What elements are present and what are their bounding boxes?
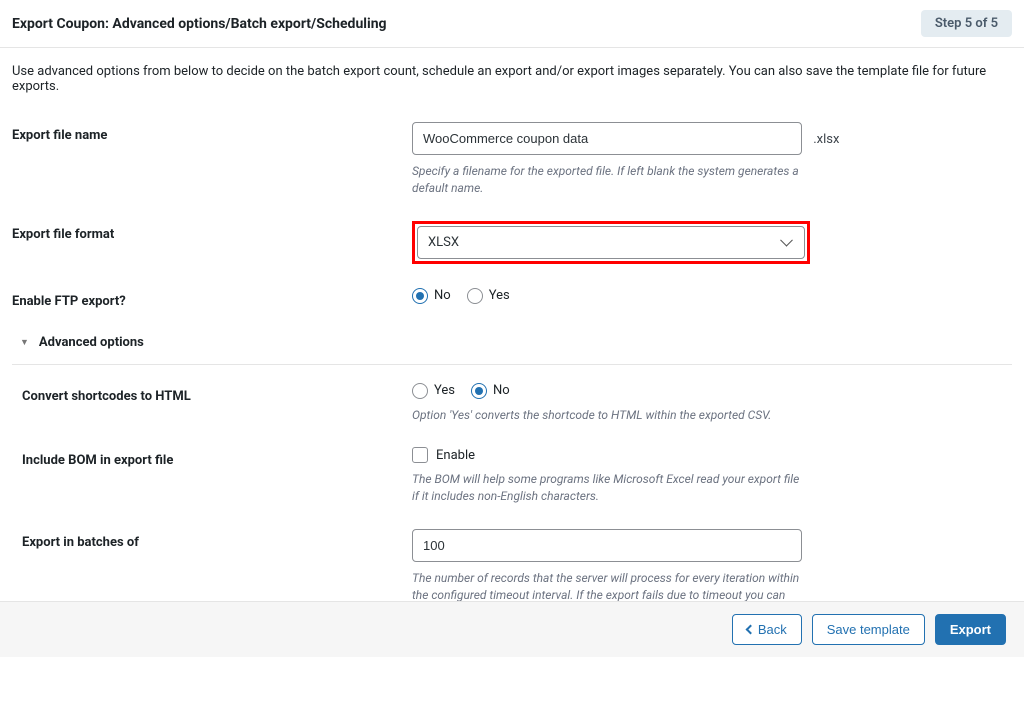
ftp-row: Enable FTP export? No Yes: [12, 276, 1012, 321]
footer-bar: Back Save template Export: [0, 601, 1024, 657]
step-badge: Step 5 of 5: [921, 10, 1012, 37]
chevron-down-icon: ▼: [20, 337, 29, 348]
export-button[interactable]: Export: [935, 614, 1006, 645]
format-select-highlight: XLSX: [412, 221, 810, 264]
ftp-radio-group: No Yes: [412, 288, 1012, 304]
shortcodes-row: Convert shortcodes to HTML Yes No Option…: [12, 371, 1012, 436]
bom-control: Enable The BOM will help some programs l…: [412, 447, 1012, 505]
filename-label: Export file name: [12, 122, 412, 197]
batch-input[interactable]: [412, 529, 802, 562]
format-row: Export file format XLSX: [12, 209, 1012, 276]
checkbox-icon: [412, 447, 428, 463]
page-description: Use advanced options from below to decid…: [0, 48, 1024, 110]
filename-ext: .xlsx: [813, 132, 839, 147]
shortcodes-radio-no[interactable]: No: [471, 383, 510, 399]
bom-checkbox[interactable]: Enable: [412, 447, 1012, 463]
bom-label: Include BOM in export file: [12, 447, 412, 505]
page-header: Export Coupon: Advanced options/Batch ex…: [0, 0, 1024, 48]
save-template-button[interactable]: Save template: [812, 614, 925, 645]
radio-icon: [412, 288, 428, 304]
filename-input[interactable]: [412, 122, 802, 155]
radio-icon: [471, 383, 487, 399]
form-area: Export file name .xlsx Specify a filenam…: [0, 110, 1024, 632]
ftp-radio-yes[interactable]: Yes: [467, 288, 510, 304]
shortcodes-label: Convert shortcodes to HTML: [12, 383, 412, 424]
bom-enable-label: Enable: [436, 448, 475, 463]
shortcodes-helper: Option 'Yes' converts the shortcode to H…: [412, 407, 802, 424]
back-label: Back: [758, 622, 787, 637]
shortcodes-yes-label: Yes: [434, 383, 455, 398]
ftp-yes-label: Yes: [489, 288, 510, 303]
format-select[interactable]: XLSX: [417, 226, 805, 259]
format-label: Export file format: [12, 221, 412, 264]
format-control: XLSX: [412, 221, 1012, 264]
ftp-control: No Yes: [412, 288, 1012, 309]
advanced-options-title: Advanced options: [39, 335, 144, 350]
shortcodes-control: Yes No Option 'Yes' converts the shortco…: [412, 383, 1012, 424]
shortcodes-radio-yes[interactable]: Yes: [412, 383, 455, 399]
shortcodes-radio-group: Yes No: [412, 383, 1012, 399]
advanced-options-header[interactable]: ▼ Advanced options: [12, 321, 1012, 365]
bom-row: Include BOM in export file Enable The BO…: [12, 435, 1012, 517]
shortcodes-no-label: No: [493, 383, 510, 398]
radio-icon: [467, 288, 483, 304]
chevron-left-icon: [745, 625, 755, 635]
radio-icon: [412, 383, 428, 399]
filename-control: .xlsx Specify a filename for the exporte…: [412, 122, 1012, 197]
ftp-no-label: No: [434, 288, 451, 303]
ftp-radio-no[interactable]: No: [412, 288, 451, 304]
filename-helper: Specify a filename for the exported file…: [412, 163, 802, 197]
ftp-label: Enable FTP export?: [12, 288, 412, 309]
filename-row: Export file name .xlsx Specify a filenam…: [12, 110, 1012, 209]
page-title: Export Coupon: Advanced options/Batch ex…: [12, 16, 387, 32]
bom-helper: The BOM will help some programs like Mic…: [412, 471, 802, 505]
back-button[interactable]: Back: [732, 614, 802, 645]
